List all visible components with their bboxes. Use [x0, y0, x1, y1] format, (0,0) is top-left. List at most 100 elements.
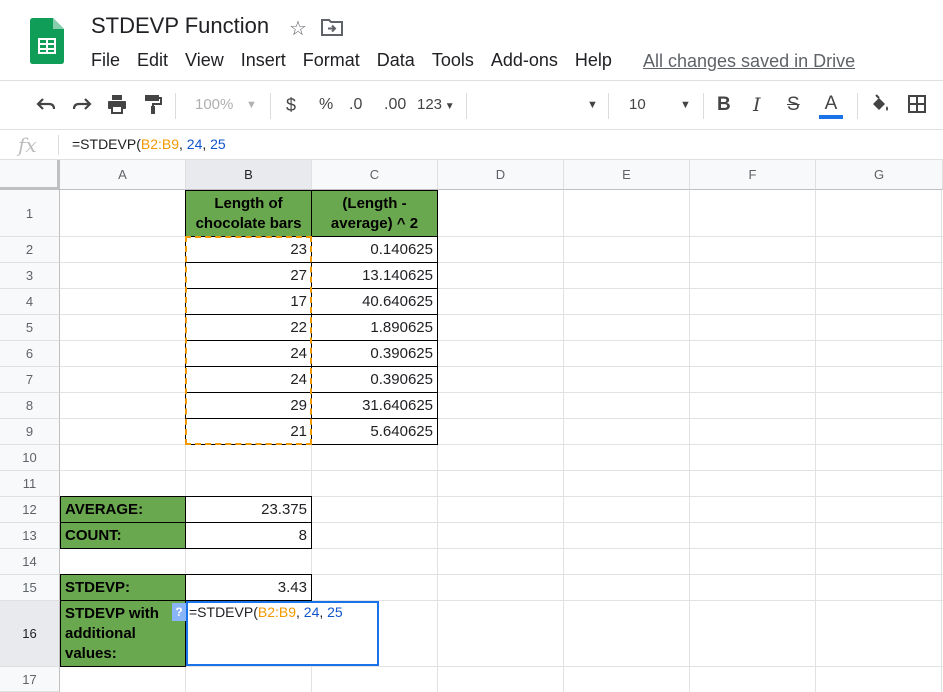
row-header-12[interactable]: 12: [0, 497, 60, 523]
increase-decimal-label: .00: [384, 96, 407, 113]
row-header-15[interactable]: 15: [0, 575, 60, 601]
row-header-16[interactable]: 16: [0, 601, 60, 667]
row-header-5[interactable]: 5: [0, 315, 60, 341]
column-header-a[interactable]: A: [60, 160, 186, 190]
print-icon[interactable]: [106, 93, 128, 115]
column-header-d[interactable]: D: [438, 160, 564, 190]
borders-icon[interactable]: [906, 93, 928, 115]
column-header-f[interactable]: F: [690, 160, 816, 190]
formula-range: B2:B9: [140, 136, 179, 152]
gridline: [815, 190, 816, 692]
formula-input[interactable]: =STDEVP(B2:B9, 24, 25: [72, 136, 226, 152]
zoom-dropdown-icon[interactable]: ▼: [246, 93, 257, 117]
cell-a12[interactable]: AVERAGE:: [60, 496, 186, 523]
menu-add-ons[interactable]: Add-ons: [491, 50, 558, 71]
formula-divider: [58, 135, 59, 155]
cell-editor-formula[interactable]: =STDEVP(B2:B9, 24, 25: [189, 604, 343, 620]
cell-a16[interactable]: STDEVP with additional values:: [60, 600, 186, 667]
row-header-1[interactable]: 1: [0, 190, 60, 237]
cell-b6[interactable]: 24: [185, 340, 312, 367]
percent-format-button[interactable]: %: [319, 93, 333, 117]
row-header-10[interactable]: 10: [0, 445, 60, 471]
cell-b12[interactable]: 23.375: [185, 496, 312, 523]
column-header-b[interactable]: B: [186, 160, 312, 190]
column-header-e[interactable]: E: [564, 160, 690, 190]
italic-button[interactable]: I: [753, 93, 761, 117]
cell-c1[interactable]: (Length - average) ^ 2: [311, 190, 438, 237]
more-formats-dropdown-icon: ▼: [442, 101, 455, 112]
cell-b9[interactable]: 21: [185, 418, 312, 445]
save-status-link[interactable]: All changes saved in Drive: [643, 51, 855, 72]
cell-b7[interactable]: 24: [185, 366, 312, 393]
row-header-8[interactable]: 8: [0, 393, 60, 419]
font-size-dropdown-icon[interactable]: ▼: [680, 93, 691, 117]
cell-c2[interactable]: 0.140625: [311, 236, 438, 263]
cell-c6[interactable]: 0.390625: [311, 340, 438, 367]
gridline: [689, 190, 690, 692]
sheets-logo-icon[interactable]: [30, 18, 64, 64]
column-header-c[interactable]: C: [312, 160, 438, 190]
menu-file[interactable]: File: [91, 50, 120, 71]
font-family-dropdown-icon[interactable]: ▼: [587, 93, 598, 117]
cell-c4[interactable]: 40.640625: [311, 288, 438, 315]
row-header-2[interactable]: 2: [0, 237, 60, 263]
row-header-11[interactable]: 11: [0, 471, 60, 497]
menu-insert[interactable]: Insert: [241, 50, 286, 71]
cell-b2[interactable]: 23: [185, 236, 312, 263]
cell-b3[interactable]: 27: [185, 262, 312, 289]
row-header-6[interactable]: 6: [0, 341, 60, 367]
cell-b13[interactable]: 8: [185, 522, 312, 549]
cell-b8[interactable]: 29: [185, 392, 312, 419]
menu-help[interactable]: Help: [575, 50, 612, 71]
cell-c7[interactable]: 0.390625: [311, 366, 438, 393]
paint-format-icon[interactable]: [142, 93, 164, 115]
increase-decimal-button[interactable]: .00: [384, 93, 406, 117]
menu-data[interactable]: Data: [377, 50, 415, 71]
menu-edit[interactable]: Edit: [137, 50, 168, 71]
strikethrough-button[interactable]: S: [787, 93, 800, 117]
cell-b1[interactable]: Length of chocolate bars: [185, 190, 312, 237]
text-color-button[interactable]: A: [819, 93, 843, 119]
row-header-13[interactable]: 13: [0, 523, 60, 549]
menu-tools[interactable]: Tools: [432, 50, 474, 71]
move-to-folder-icon[interactable]: [321, 18, 343, 36]
document-title[interactable]: STDEVP Function: [91, 13, 269, 39]
currency-format-button[interactable]: $: [286, 93, 296, 117]
cell-b4[interactable]: 17: [185, 288, 312, 315]
spreadsheet-grid[interactable]: A B C D E F G 1 2 3 4 5 6 7 8 9 10 11 12…: [0, 160, 943, 692]
formula-separator: ,: [202, 136, 211, 152]
star-icon[interactable]: ☆: [289, 16, 307, 41]
zoom-select[interactable]: 100%: [195, 93, 233, 117]
cell-c8[interactable]: 31.640625: [311, 392, 438, 419]
active-cell-editor[interactable]: =STDEVP(B2:B9, 24, 25: [186, 601, 379, 666]
row-header-4[interactable]: 4: [0, 289, 60, 315]
row-header-7[interactable]: 7: [0, 367, 60, 393]
cell-a13[interactable]: COUNT:: [60, 522, 186, 549]
menu-view[interactable]: View: [185, 50, 224, 71]
font-size-select[interactable]: 10: [629, 93, 646, 117]
bold-button[interactable]: B: [717, 93, 731, 117]
cell-b15[interactable]: 3.43: [185, 574, 312, 601]
more-formats-button[interactable]: 123 ▼: [417, 93, 455, 119]
toolbar-divider: [608, 93, 609, 119]
column-header-g[interactable]: G: [816, 160, 943, 190]
cell-b5[interactable]: 22: [185, 314, 312, 341]
cell-c5[interactable]: 1.890625: [311, 314, 438, 341]
redo-icon[interactable]: [71, 93, 93, 115]
row-header-9[interactable]: 9: [0, 419, 60, 445]
decrease-decimal-button[interactable]: .0: [349, 93, 362, 117]
undo-icon[interactable]: [35, 93, 57, 115]
cell-a15[interactable]: STDEVP:: [60, 574, 186, 601]
select-all-corner[interactable]: [0, 160, 60, 190]
cell-c3[interactable]: 13.140625: [311, 262, 438, 289]
fill-color-icon[interactable]: [869, 93, 891, 115]
row-header-3[interactable]: 3: [0, 263, 60, 289]
formula-arg: 25: [210, 136, 226, 152]
formula-help-icon[interactable]: ?: [172, 603, 186, 621]
toolbar-divider: [466, 93, 467, 119]
menu-format[interactable]: Format: [303, 50, 360, 71]
row-header-14[interactable]: 14: [0, 549, 60, 575]
row-header-17[interactable]: 17: [0, 667, 60, 692]
cell-c9[interactable]: 5.640625: [311, 418, 438, 445]
title-bar: STDEVP Function ☆ File Edit View Insert …: [0, 0, 943, 80]
